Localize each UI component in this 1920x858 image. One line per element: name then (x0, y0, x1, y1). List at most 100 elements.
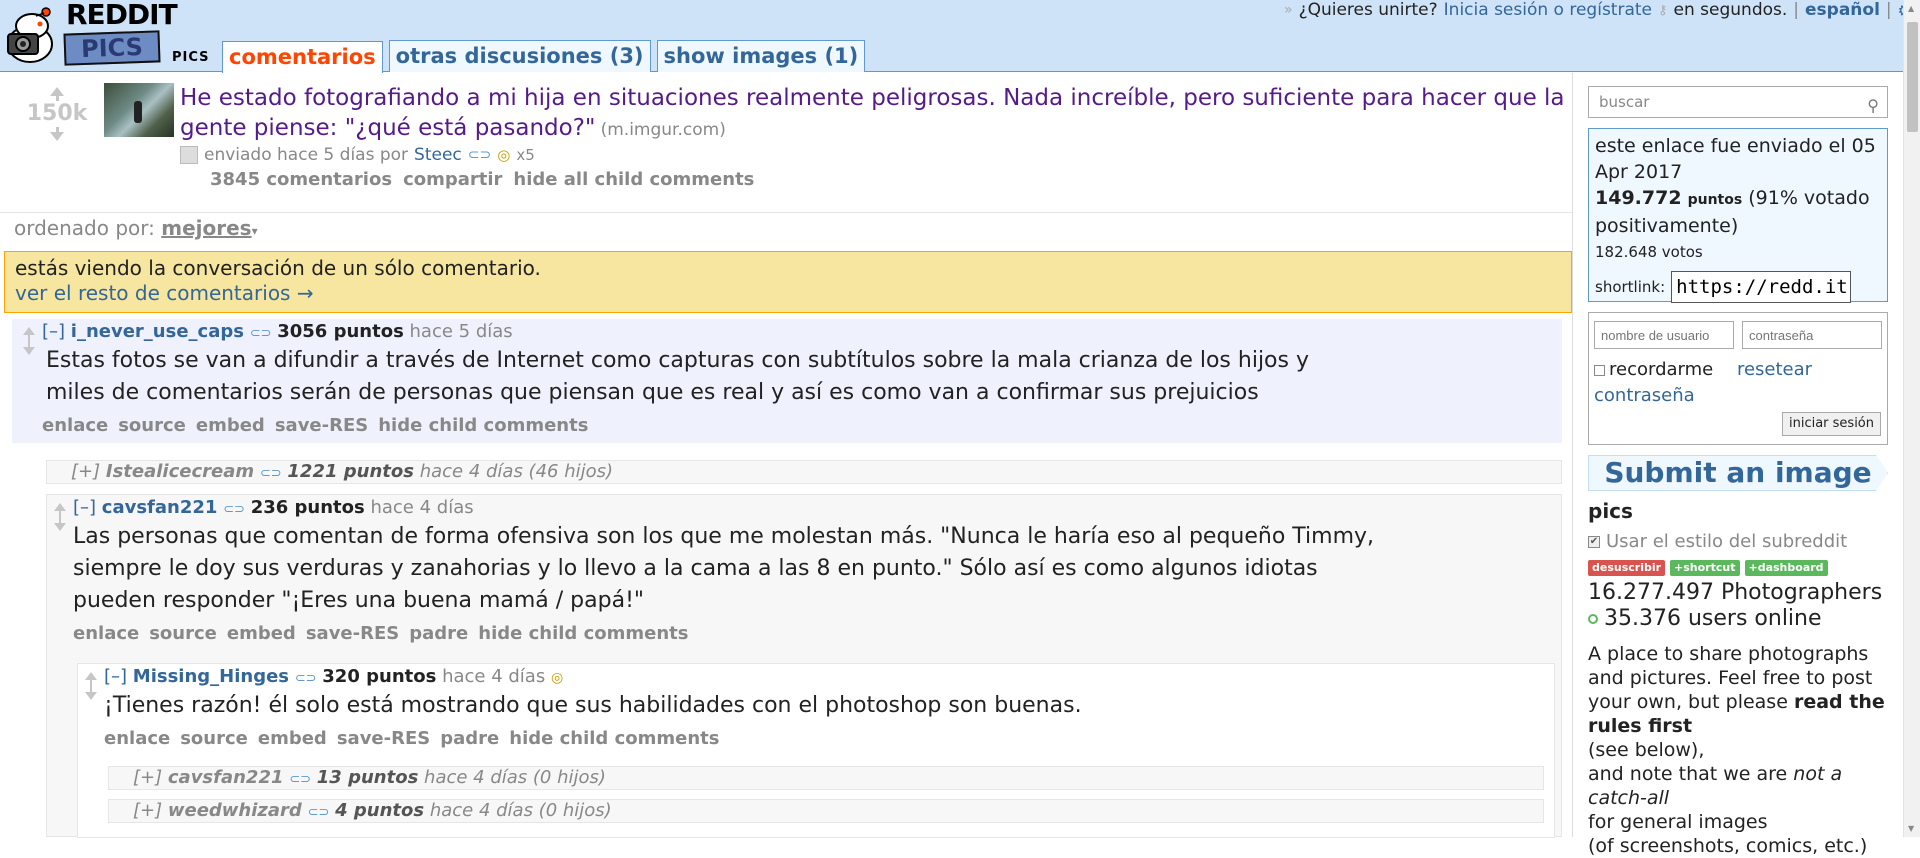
res-tag-icon[interactable]: ⊂⊃ (250, 326, 272, 341)
hide-children-link[interactable]: hide child comments (509, 728, 719, 749)
save-res-link[interactable]: save-RES (306, 623, 399, 644)
divider (0, 212, 1572, 213)
gold-count: x5 (516, 146, 535, 164)
dashboard-button[interactable]: +dashboard (1744, 560, 1828, 576)
upvote-arrow-icon[interactable] (82, 672, 100, 686)
res-tag-icon[interactable]: ⊂⊃ (295, 671, 317, 686)
save-res-link[interactable]: save-RES (275, 415, 368, 436)
parent-link[interactable]: padre (440, 728, 499, 749)
username-field[interactable] (1594, 321, 1734, 349)
permalink-link[interactable]: enlace (104, 728, 170, 749)
view-all-comments-link[interactable]: ver el resto de comentarios → (15, 281, 314, 305)
downvote-arrow-icon[interactable] (22, 127, 92, 141)
res-tag-icon[interactable]: ⊂⊃ (308, 805, 330, 820)
comment-points: 1221 puntos (287, 461, 414, 482)
comment-author[interactable]: Missing_Hinges (133, 666, 289, 687)
source-link[interactable]: source (149, 623, 217, 644)
login-form: recordarme resetear contraseña iniciar s… (1588, 312, 1888, 445)
tab-show-images[interactable]: show images (1) (656, 40, 866, 72)
source-link[interactable]: source (180, 728, 248, 749)
res-tag-icon[interactable]: ⊂⊃ (223, 502, 245, 517)
login-register-link[interactable]: Inicia sesión o regístrate (1444, 0, 1652, 20)
res-tag-icon[interactable]: ⊂⊃ (468, 147, 491, 163)
embed-link[interactable]: embed (227, 623, 296, 644)
comments-link[interactable]: 3845 comentarios (210, 169, 392, 190)
downvote-arrow-icon[interactable] (51, 517, 69, 531)
save-res-link[interactable]: save-RES (337, 728, 430, 749)
collapsed-comment[interactable]: [+] weedwhizard ⊂⊃ 4 puntos hace 4 días … (108, 799, 1544, 823)
remember-checkbox[interactable] (1594, 364, 1605, 376)
subreddit-style-toggle: ✔ Usar el estilo del subreddit (1588, 531, 1888, 552)
subreddit-title[interactable]: pics (1588, 499, 1888, 523)
search-input[interactable]: buscar ⚲ (1588, 86, 1888, 118)
expand-toggle[interactable]: [+] (71, 461, 100, 482)
style-checkbox[interactable]: ✔ (1588, 535, 1600, 548)
comment: [–] Missing_Hinges ⊂⊃ 320 puntos hace 4 … (77, 663, 1555, 838)
chevron-down-icon[interactable]: ▾ (252, 224, 258, 238)
post-tagline: enviado hace 5 días por Steec ⊂⊃ ◎ x5 (180, 145, 1565, 165)
sort-bar: ordenado por: mejores▾ (14, 216, 258, 240)
scrollbar[interactable]: ▲ ▼ (1903, 0, 1920, 837)
source-link[interactable]: source (118, 415, 186, 436)
downvote-arrow-icon[interactable] (20, 341, 38, 355)
remember-label[interactable]: recordarme (1609, 359, 1713, 380)
permalink-link[interactable]: enlace (42, 415, 108, 436)
shortcut-button[interactable]: +shortcut (1670, 560, 1740, 576)
expand-toggle[interactable]: [+] (133, 767, 162, 788)
hide-children-link[interactable]: hide child comments (478, 623, 688, 644)
separator: | (1885, 0, 1892, 20)
collapse-toggle[interactable]: [–] (104, 666, 127, 687)
style-label[interactable]: Usar el estilo del subreddit (1606, 531, 1847, 552)
permalink-link[interactable]: enlace (73, 623, 139, 644)
collapse-toggle[interactable]: [–] (42, 321, 65, 342)
post-author[interactable]: Steec (414, 145, 462, 165)
comment-author[interactable]: Istealicecream (106, 461, 254, 482)
embed-link[interactable]: embed (196, 415, 265, 436)
post-title[interactable]: He estado fotografiando a mi hija en sit… (180, 85, 1565, 141)
comment-tagline: [–] Missing_Hinges ⊂⊃ 320 puntos hace 4 … (104, 666, 563, 687)
language-link[interactable]: español (1805, 0, 1880, 20)
comment: [–] i_never_use_caps ⊂⊃ 3056 puntos hace… (12, 319, 1562, 443)
downvote-arrow-icon[interactable] (82, 686, 100, 700)
embed-link[interactable]: embed (258, 728, 327, 749)
password-field[interactable] (1742, 321, 1882, 349)
upvote-arrow-icon[interactable] (22, 87, 92, 101)
res-tag-icon[interactable]: ⊂⊃ (289, 772, 311, 787)
hide-all-children-link[interactable]: hide all child comments (513, 169, 754, 190)
comment-vote-box (20, 327, 38, 355)
res-tag-icon[interactable]: ⊂⊃ (260, 466, 282, 481)
hide-children-link[interactable]: hide child comments (378, 415, 588, 436)
post-domain[interactable]: (m.imgur.com) (601, 120, 726, 140)
collapsed-comment[interactable]: [+] cavsfan221 ⊂⊃ 13 puntos hace 4 días … (108, 766, 1544, 790)
scrollbar-thumb[interactable] (1907, 22, 1918, 132)
expand-toggle[interactable]: [+] (133, 800, 162, 821)
reddit-pics-logo[interactable]: REDDIT PICS (0, 0, 178, 70)
tab-otras-discusiones[interactable]: otras discusiones (3) (388, 40, 651, 72)
header: REDDIT PICS PICS comentarios otras discu… (0, 0, 1920, 73)
post-thumbnail[interactable] (104, 83, 174, 137)
comment-tagline: [–] i_never_use_caps ⊂⊃ 3056 puntos hace… (42, 321, 513, 342)
upvote-arrow-icon[interactable] (51, 503, 69, 517)
shortlink-field[interactable] (1671, 271, 1852, 303)
collapsed-comment[interactable]: [+] Istealicecream ⊂⊃ 1221 puntos hace 4… (46, 460, 1562, 484)
tab-comentarios[interactable]: comentarios (222, 41, 383, 73)
login-button[interactable]: iniciar sesión (1781, 412, 1881, 436)
comment-author[interactable]: cavsfan221 (168, 767, 284, 788)
sort-dropdown[interactable]: mejores (161, 216, 251, 240)
search-icon[interactable]: ⚲ (1867, 91, 1879, 121)
scroll-down-icon[interactable]: ▼ (1908, 824, 1914, 833)
subreddit-name[interactable]: PICS (172, 50, 210, 65)
collapse-toggle[interactable]: [–] (73, 497, 96, 518)
comment-author[interactable]: cavsfan221 (102, 497, 218, 518)
parent-link[interactable]: padre (409, 623, 468, 644)
comment-author[interactable]: i_never_use_caps (71, 321, 244, 342)
snoo-camera-icon (7, 7, 53, 63)
scroll-up-icon[interactable]: ▲ (1908, 4, 1914, 13)
upvote-arrow-icon[interactable] (20, 327, 38, 341)
user-bar: » ¿Quieres unirte? Inicia sesión o regís… (1284, 0, 1912, 20)
submit-image-button[interactable]: Submit an image (1588, 455, 1888, 491)
comment-author[interactable]: weedwhizard (168, 800, 302, 821)
shortlink-label: shortlink: (1595, 278, 1666, 296)
share-link[interactable]: compartir (403, 169, 502, 190)
unsubscribe-button[interactable]: desuscribir (1588, 560, 1666, 576)
